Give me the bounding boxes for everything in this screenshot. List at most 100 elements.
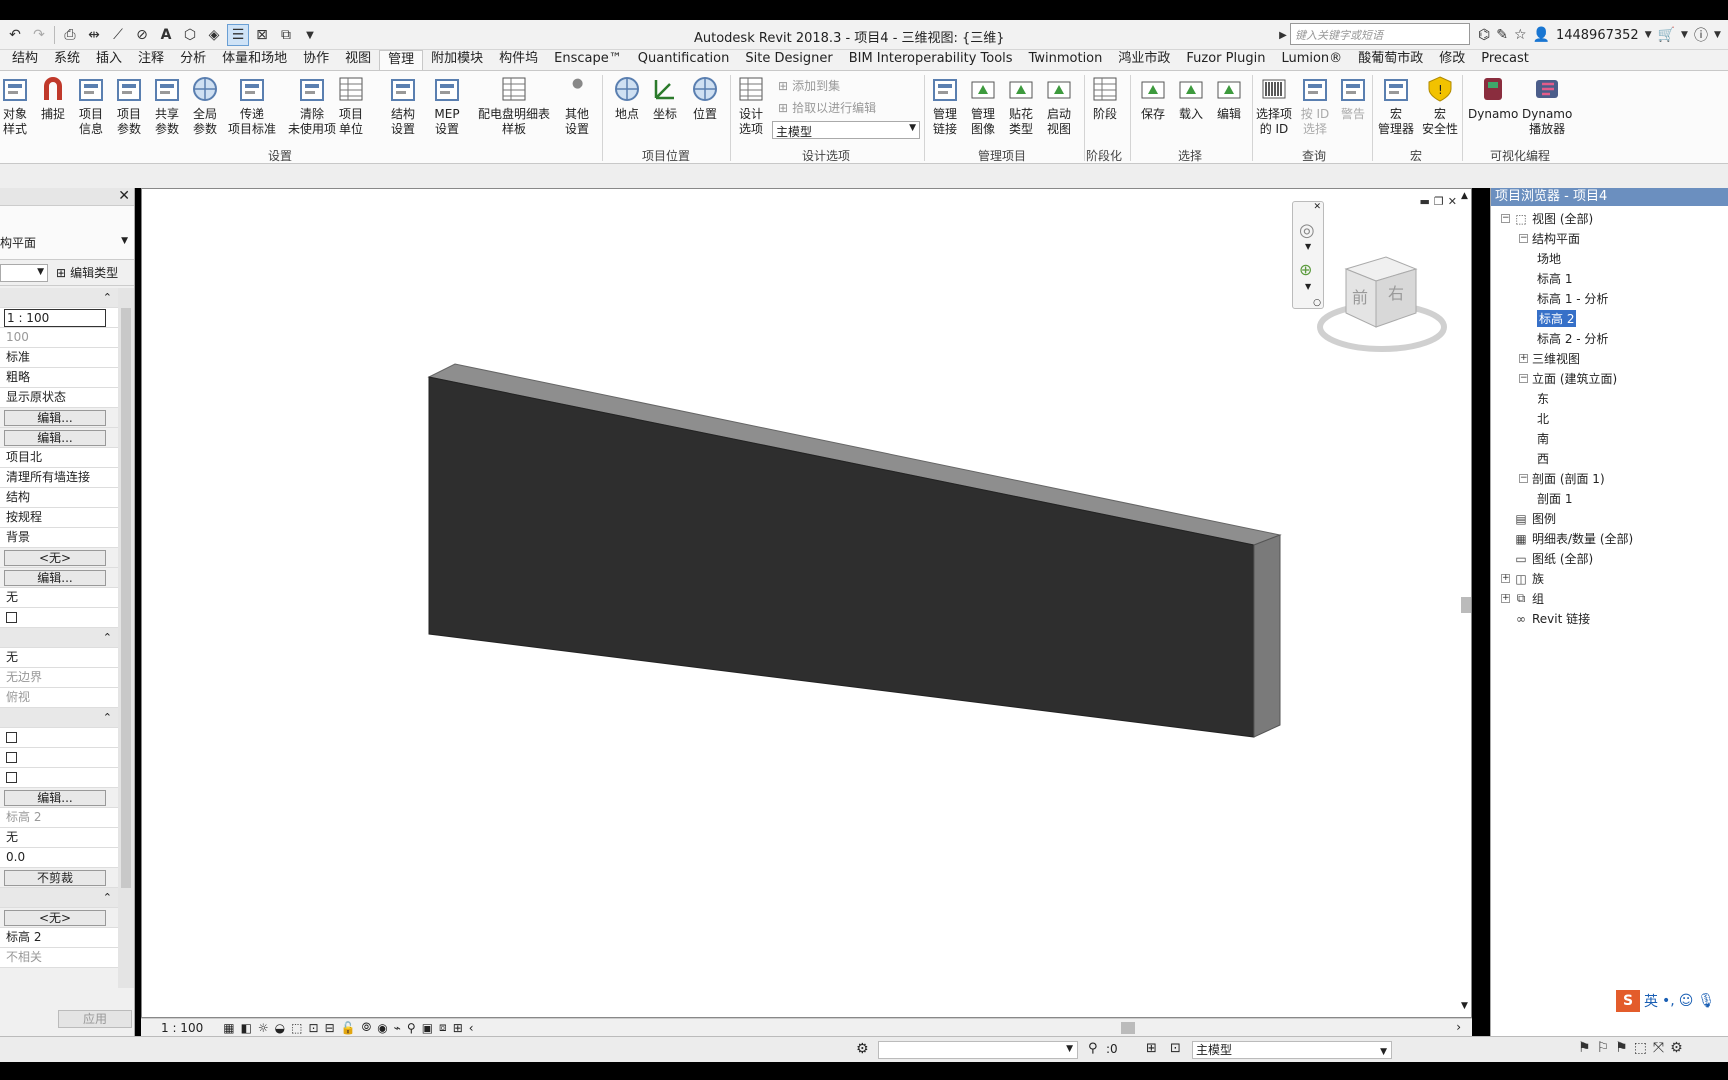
help-icon[interactable]: ⓘ (1694, 25, 1708, 45)
undo-icon[interactable]: ↶ (4, 24, 26, 46)
reveal-constraints-icon[interactable]: ⊞ (453, 1021, 463, 1035)
property-value[interactable]: 无 (0, 648, 118, 668)
options-icon[interactable]: ○ (1313, 298, 1321, 308)
select-links-icon[interactable]: ⚑ (1578, 1040, 1591, 1056)
binoculars-icon[interactable]: ⌬ (1478, 27, 1490, 43)
instance-filter-select[interactable]: ▼ (0, 264, 48, 282)
microphone-icon[interactable]: 🎙 (1697, 993, 1715, 1009)
property-value[interactable]: 标高 2 (0, 928, 118, 948)
tab-16[interactable]: 鸿业市政 (1110, 50, 1178, 70)
view-vertical-scrollbar[interactable]: ▲ ▼ (1460, 191, 1472, 1011)
tag-icon[interactable]: ⊘ (131, 24, 153, 46)
user-icon[interactable]: 👤 (1533, 27, 1550, 43)
expand-icon[interactable]: + (1501, 594, 1510, 603)
ribbon-button-项目-单位[interactable]: 项目 单位 (336, 73, 366, 137)
expand-icon[interactable]: + (1501, 574, 1510, 583)
property-group-header[interactable]: ⌃ (0, 708, 118, 728)
tab-19[interactable]: 酸葡萄市政 (1350, 50, 1431, 70)
apply-button[interactable]: 应用 (58, 1010, 132, 1028)
thin-lines-icon[interactable]: ☰ (227, 24, 249, 46)
aligned-dimension-icon[interactable]: ⟋ (107, 24, 129, 46)
ribbon-button-MEP-设置[interactable]: MEP 设置 (432, 73, 462, 137)
tab-3[interactable]: 注释 (130, 50, 172, 70)
design-option-status-select[interactable]: 主模型 ▼ (1192, 1041, 1392, 1059)
view-scale-input[interactable]: 1 : 100 (4, 309, 106, 327)
collapse-icon[interactable]: − (1519, 234, 1528, 243)
collapse-icon[interactable]: ⌃ (103, 708, 112, 727)
ribbon-button-管理-图像[interactable]: 管理 图像 (968, 73, 998, 137)
collapse-icon[interactable]: − (1519, 374, 1528, 383)
ribbon-button-宏-安全性[interactable]: ! 宏安全性 (1422, 73, 1458, 137)
property-value[interactable]: 粗略 (0, 368, 118, 388)
property-checkbox[interactable] (6, 612, 17, 623)
ime-language[interactable]: 英 (1644, 991, 1658, 1011)
tab-1[interactable]: 系统 (46, 50, 88, 70)
drag-on-selection-icon[interactable]: ⤧ (1653, 1040, 1664, 1056)
property-value[interactable]: 结构 (0, 488, 118, 508)
tab-18[interactable]: Lumion® (1273, 50, 1350, 70)
property-value[interactable]: 无 (0, 588, 118, 608)
scroll-down-icon[interactable]: ▼ (1461, 1001, 1468, 1011)
scroll-up-icon[interactable]: ▲ (1461, 191, 1468, 201)
detail-level-icon[interactable]: ▦ (223, 1021, 234, 1035)
browser-node[interactable]: 标高 2 - 分析 (1537, 330, 1608, 347)
collapse-icon[interactable]: ⌃ (103, 888, 112, 907)
property-checkbox[interactable] (6, 772, 17, 783)
unlock-view-icon[interactable]: 🔓 (341, 1021, 356, 1035)
browser-node[interactable]: − 立面 (建筑立面) (1519, 370, 1617, 387)
property-edit-button[interactable]: 编辑... (4, 570, 106, 586)
chevron-down-icon[interactable]: ▼ (1714, 30, 1721, 40)
browser-node[interactable]: 南 (1537, 430, 1549, 447)
collapse-icon[interactable]: − (1519, 474, 1528, 483)
collapse-icon[interactable]: − (1501, 214, 1510, 223)
browser-node[interactable]: 标高 1 (1537, 270, 1572, 287)
property-value[interactable]: 清理所有墙连接 (0, 468, 118, 488)
browser-node[interactable]: 北 (1537, 410, 1549, 427)
ribbon-button-宏-管理器[interactable]: 宏管理器 (1378, 73, 1414, 137)
3d-viewport[interactable]: ▬ ❐ ✕ 前 右 ▲ ▼ (141, 188, 1472, 1018)
tab-8[interactable]: 管理 (379, 50, 424, 70)
browser-node[interactable]: ▦ 明细表/数量 (全部) (1501, 530, 1633, 547)
section-icon[interactable]: ◈ (203, 24, 225, 46)
constraints-icon[interactable]: ⚲ (407, 1021, 416, 1035)
scroll-left-icon[interactable]: ‹ (469, 1021, 474, 1035)
viewcube-right-label[interactable]: 右 (1388, 284, 1404, 303)
ribbon-button-结构-设置[interactable]: 结构 设置 (388, 73, 418, 137)
property-value[interactable]: 按规程 (0, 508, 118, 528)
ribbon-button-位置[interactable]: 位置 (690, 73, 720, 122)
view-scale[interactable]: 1 : 100 (161, 1021, 203, 1035)
emoji-icon[interactable]: ☺ (1679, 993, 1694, 1009)
exclude-options-icon[interactable]: ⊡ (1170, 1041, 1181, 1056)
edit-type-button[interactable]: ⊞ 编辑类型 (56, 264, 118, 281)
select-pinned-icon[interactable]: ⚑ (1615, 1040, 1628, 1056)
ribbon-button-项目-参数[interactable]: 项目 参数 (114, 73, 144, 137)
tab-13[interactable]: Site Designer (737, 50, 840, 70)
tab-15[interactable]: Twinmotion (1021, 50, 1111, 70)
property-value[interactable]: 显示原状态 (0, 388, 118, 408)
browser-node[interactable]: ▭ 图纸 (全部) (1501, 550, 1593, 567)
analytical-model-icon[interactable]: ▣ (422, 1021, 433, 1035)
switch-windows-icon[interactable]: ⧉ (275, 24, 297, 46)
select-by-face-icon[interactable]: ⬚ (1634, 1040, 1647, 1056)
browser-node[interactable]: − 剖面 (剖面 1) (1519, 470, 1605, 487)
tab-9[interactable]: 附加模块 (423, 50, 491, 70)
star-icon[interactable]: ☆ (1514, 27, 1527, 43)
show-crop-icon[interactable]: ⊟ (325, 1021, 335, 1035)
temp-hide-icon[interactable]: ⦾ (362, 1020, 372, 1035)
wall-model[interactable] (142, 189, 1473, 1019)
property-edit-button[interactable]: <无> (4, 910, 106, 926)
property-group-header[interactable]: ⌃ (0, 888, 118, 908)
filter-icon[interactable]: ⚲ (1088, 1041, 1098, 1056)
viewcube-front-label[interactable]: 前 (1352, 288, 1368, 307)
property-checkbox[interactable] (6, 752, 17, 763)
scroll-right-icon[interactable]: › (1456, 1020, 1461, 1034)
browser-node[interactable]: + 三维视图 (1519, 350, 1580, 367)
ribbon-button-警告[interactable]: 警告 (1338, 73, 1368, 122)
ribbon-button-全局-参数[interactable]: 全局 参数 (190, 73, 220, 137)
ribbon-button-编辑[interactable]: 编辑 (1214, 73, 1244, 122)
ribbon-button-配电盘明细表-样板[interactable]: 配电盘明细表 样板 (478, 73, 550, 137)
browser-node[interactable]: + ◫ 族 (1501, 570, 1544, 587)
property-value[interactable]: 0.0 (0, 848, 118, 868)
visual-style-icon[interactable]: ◧ (241, 1021, 252, 1035)
text-icon[interactable]: A (155, 24, 177, 46)
